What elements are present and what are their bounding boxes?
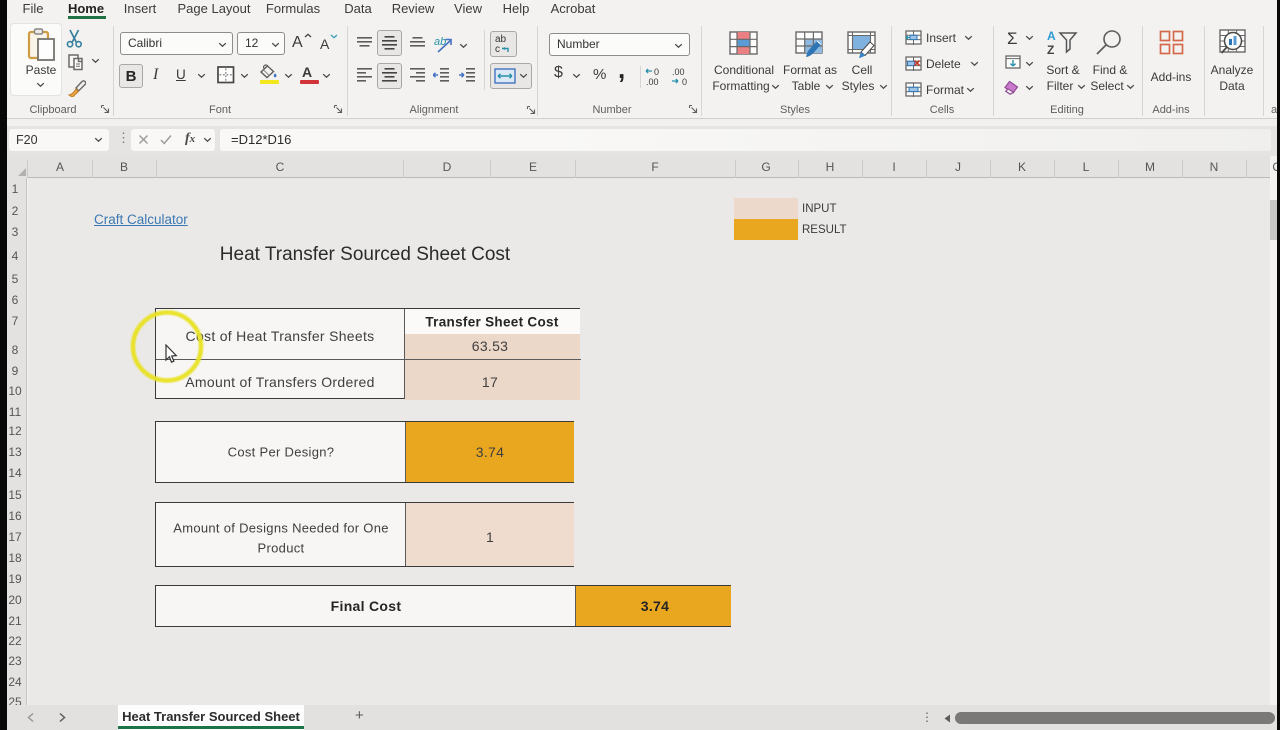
- svg-text:0: 0: [654, 67, 659, 77]
- svg-text:.00: .00: [646, 77, 659, 86]
- svg-text:0: 0: [682, 77, 687, 86]
- svg-text:.00: .00: [672, 67, 685, 77]
- svg-text:A: A: [1047, 30, 1056, 43]
- svg-text:Z: Z: [1047, 43, 1054, 56]
- svg-text:c: c: [495, 44, 500, 55]
